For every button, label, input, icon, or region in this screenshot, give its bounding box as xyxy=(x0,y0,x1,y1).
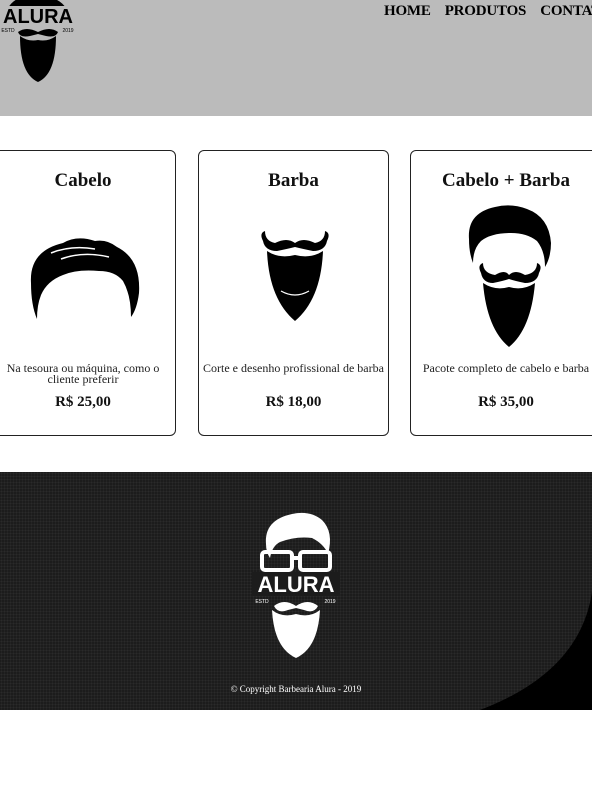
card-price: R$ 18,00 xyxy=(265,394,322,410)
footer-logo-estd: ESTD xyxy=(255,599,269,605)
card-title: Cabelo + Barba xyxy=(442,170,570,191)
alura-logo[interactable]: ALURA ESTD 2019 xyxy=(0,0,80,90)
logo-year: 2019 xyxy=(62,28,73,34)
card-title: Barba xyxy=(268,170,319,191)
card-title: Cabelo xyxy=(54,170,112,191)
card-description: Corte e desenho profissional de barba xyxy=(203,361,384,375)
product-card-barba[interactable]: Barba Corte e desenho profissional de ba… xyxy=(198,150,389,436)
card-description: Na tesoura ou máquina, como o cliente pr… xyxy=(6,361,160,386)
beard-icon xyxy=(261,231,329,321)
footer-alura-logo: ALURA ESTD 2019 xyxy=(252,512,340,658)
main-nav: HOME PRODUTOS CONTATO xyxy=(384,3,592,20)
footer-logo-year: 2019 xyxy=(324,599,335,605)
logo-text: ALURA xyxy=(3,6,73,28)
card-price: R$ 35,00 xyxy=(478,394,534,410)
nav-home[interactable]: HOME xyxy=(384,3,431,19)
nav-produtos[interactable]: PRODUTOS xyxy=(445,3,527,19)
card-price: R$ 25,00 xyxy=(55,394,111,410)
site-header: ALURA ESTD 2019 HOME PRODUTOS CONTATO xyxy=(0,0,592,116)
footer-logo-text: ALURA xyxy=(258,572,335,597)
copyright-text: © Copyright Barbearia Alura - 2019 xyxy=(230,684,362,694)
product-card-cabelo[interactable]: Cabelo Na tesoura ou máquina, como o cli… xyxy=(0,150,176,436)
logo-estd: ESTD xyxy=(1,28,15,34)
product-card-cabelo-barba[interactable]: Cabelo + Barba Pacote completo de cabelo… xyxy=(410,150,592,436)
site-footer: ALURA ESTD 2019 © Copyright Barbearia Al… xyxy=(0,472,592,710)
nav-contato[interactable]: CONTATO xyxy=(540,3,592,19)
hair-beard-icon xyxy=(468,205,551,347)
hair-icon xyxy=(30,238,140,319)
card-description: Pacote completo de cabelo e barba xyxy=(422,361,590,375)
